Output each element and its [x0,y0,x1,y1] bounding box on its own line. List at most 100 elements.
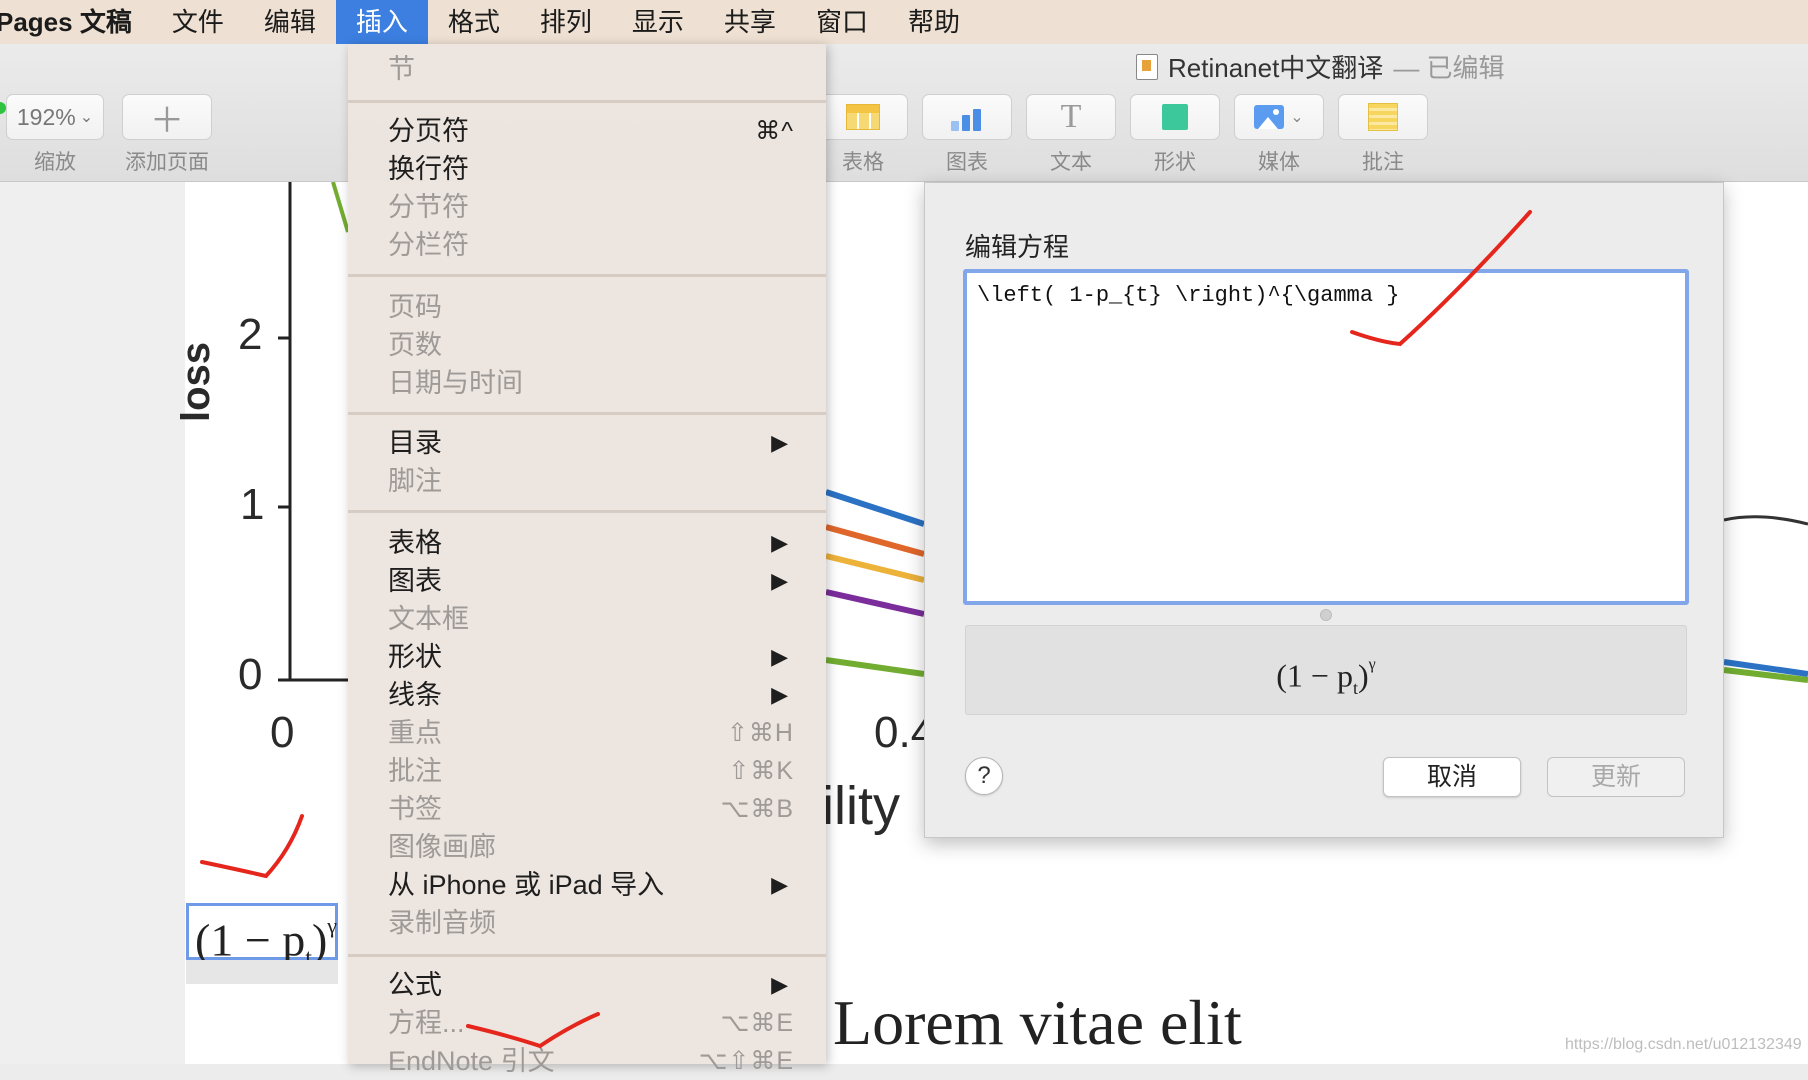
resize-handle[interactable] [1320,609,1332,621]
help-button[interactable]: ? [965,757,1003,795]
menu-item-footnote: 脚注 [388,466,442,496]
menu-item-record-audio: 录制音频 [388,908,496,938]
equation-selection-shadow [186,960,338,984]
submenu-arrow-icon: ▶ [771,530,788,555]
menu-edit[interactable]: 编辑 [244,0,336,44]
text-button[interactable]: T [1026,94,1116,140]
chart-icon [947,103,987,131]
y-tick-label: 1 [240,480,265,529]
y-tick-label: 2 [238,310,263,359]
update-button[interactable]: 更新 [1547,757,1685,797]
equation-base: (1 − p [195,914,306,966]
document-heading[interactable]: Lorem vitae elit [833,986,1242,1060]
curve-green-left [331,182,350,233]
equation-close: ) [311,914,328,966]
menu-item-date-time: 日期与时间 [388,368,523,398]
add-page-button[interactable]: ＋ [122,94,212,140]
equation-superscript: γ [327,913,337,938]
submenu-arrow-icon: ▶ [771,682,788,707]
shape-label: 形状 [1154,151,1196,174]
cancel-button[interactable]: 取消 [1383,757,1521,797]
menu-item-toc[interactable]: 目录 ▶ [388,424,814,462]
media-button[interactable]: ⌄ [1234,94,1324,140]
menu-item-highlight: 重点 ⇧⌘H [388,714,814,752]
menu-item-endnote: EndNote 引文 ⌥⇧⌘E [388,1042,814,1080]
preview-superscript: γ [1368,656,1376,673]
submenu-arrow-icon: ▶ [771,430,788,455]
edited-status: — 已编辑 [1393,53,1505,83]
zoom-popup[interactable]: 192% ⌄ [6,94,104,140]
chart-label: 图表 [946,151,988,174]
add-page-label: 添加页面 [125,151,209,174]
menu-item-line-break[interactable]: 换行符 [388,150,814,188]
media-label: 媒体 [1258,151,1300,174]
menu-item-section-break: 分节符 [388,192,469,222]
shortcut: ⇧⌘H [726,719,794,747]
insert-menu: 节 分页符 ⌘^ 换行符 分节符 分栏符 页码 页数 日期与时间 目录 ▶ 脚注 表… [348,44,826,1076]
comment-button[interactable] [1338,94,1428,140]
menu-item-line[interactable]: 线条 ▶ [388,676,814,714]
shape-button[interactable] [1130,94,1220,140]
text-label: 文本 [1050,151,1092,174]
comment-label: 批注 [1362,151,1404,174]
window-title: Retinanet中文翻译 — 已编辑 [1136,48,1505,85]
y-axis-label: loss [174,341,218,422]
curve-blue [825,489,925,527]
menu-separator [348,412,826,415]
menu-item-page-count: 页数 [388,330,442,360]
media-icon [1254,105,1285,129]
plus-icon: ＋ [150,101,184,140]
shortcut: ⌘^ [755,117,794,145]
submenu-arrow-icon: ▶ [771,972,788,997]
preview-base: (1 − p [1276,657,1353,694]
equation-preview: (1 − pt)γ [965,625,1687,715]
submenu-arrow-icon: ▶ [771,872,788,897]
table-button[interactable] [818,94,908,140]
document-icon [1136,53,1158,80]
table-icon [846,104,880,130]
menu-separator [348,274,826,277]
menu-item-page-break[interactable]: 分页符 ⌘^ [388,112,814,150]
menu-insert[interactable]: 插入 [335,0,428,44]
menu-item-page-number: 页码 [388,292,442,322]
menu-file[interactable]: 文件 [152,0,244,44]
comment-icon [1368,103,1398,131]
equation-dialog: 编辑方程 \left( 1-p_{t} \right)^{\gamma } (1… [924,182,1724,838]
x-axis-label-fragment: ility [822,776,900,836]
menu-separator [348,510,826,513]
zoom-label: 缩放 [34,151,76,174]
menu-separator [348,100,826,103]
shortcut: ⇧⌘K [728,757,794,785]
menu-share[interactable]: 共享 [704,0,796,44]
menu-arrange[interactable]: 排列 [520,0,612,44]
app-menu[interactable]: Pages 文稿 [0,0,152,44]
curve-orange [825,524,925,557]
menu-bar: Pages 文稿 文件 编辑 插入 格式 排列 显示 共享 窗口 帮助 [0,0,1808,44]
preview-close: ) [1357,657,1369,694]
menu-item-chart[interactable]: 图表 ▶ [388,562,814,600]
chart-button[interactable] [922,94,1012,140]
latex-input[interactable]: \left( 1-p_{t} \right)^{\gamma } [963,269,1689,605]
inline-equation[interactable]: (1 − pt)γ [186,903,338,972]
curve-purple [825,589,925,617]
text-icon: T [1060,98,1082,135]
menu-separator [348,954,826,957]
menu-item-equation: 方程... ⌥⌘E [388,1004,814,1042]
menu-view[interactable]: 显示 [612,0,704,44]
dialog-title: 编辑方程 [965,232,1070,262]
menu-item-comment: 批注 ⇧⌘K [388,752,814,790]
menu-item-table[interactable]: 表格 ▶ [388,524,814,562]
menu-format[interactable]: 格式 [428,0,520,44]
menu-item-shape[interactable]: 形状 ▶ [388,638,814,676]
menu-item-formula[interactable]: 公式 ▶ [388,966,814,1004]
menu-window[interactable]: 窗口 [796,0,888,44]
curve-gray-right [1723,515,1808,526]
menu-item-import-iphone[interactable]: 从 iPhone 或 iPad 导入 ▶ [388,866,814,904]
menu-item-section: 节 [388,54,415,84]
menu-item-text-box: 文本框 [388,604,469,634]
submenu-arrow-icon: ▶ [771,644,788,669]
curve-yellow [825,553,925,583]
zoom-value: 192% [16,103,76,130]
menu-help[interactable]: 帮助 [888,0,980,44]
watermark: https://blog.csdn.net/u012132349 [1565,1036,1802,1053]
